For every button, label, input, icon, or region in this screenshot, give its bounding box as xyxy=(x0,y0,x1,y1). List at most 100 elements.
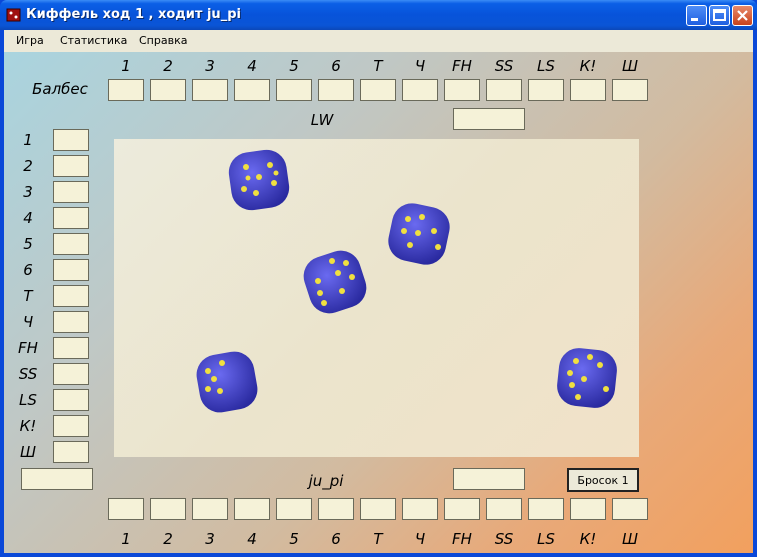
top-header-4: 4 xyxy=(247,57,257,75)
die-2[interactable] xyxy=(386,201,452,267)
bottom-header-k: К! xyxy=(579,530,597,548)
top-score-t xyxy=(360,79,396,101)
left-label-6: 6 xyxy=(23,261,33,279)
die-1[interactable] xyxy=(226,147,292,213)
application-window: Киффель ход 1 , ходит ju_pi Игра Статист… xyxy=(0,0,757,557)
top-header-ch: Ч xyxy=(414,57,426,75)
bottom-score-ss xyxy=(486,498,522,520)
left-label-2: 2 xyxy=(23,157,33,175)
top-score-fh xyxy=(444,79,480,101)
top-header-ls: LS xyxy=(537,57,555,75)
close-icon xyxy=(737,10,748,21)
top-header-sh: Ш xyxy=(621,57,639,75)
bottom-header-1: 1 xyxy=(121,530,131,548)
bottom-player-name: ju_pi xyxy=(308,472,344,490)
top-score-2 xyxy=(150,79,186,101)
top-score-ch xyxy=(402,79,438,101)
top-header-fh: FH xyxy=(452,57,472,75)
bottom-left-total-box xyxy=(21,468,93,490)
top-header-1: 1 xyxy=(121,57,131,75)
close-button[interactable] xyxy=(732,5,753,26)
left-label-4: 4 xyxy=(23,209,33,227)
maximize-icon xyxy=(713,9,726,21)
left-label-sh: Ш xyxy=(19,443,37,461)
top-score-5 xyxy=(276,79,312,101)
roll-button[interactable]: Бросок 1 xyxy=(567,468,639,492)
bottom-score-5 xyxy=(276,498,312,520)
top-score-sh xyxy=(612,79,648,101)
bottom-header-t: Т xyxy=(373,530,383,548)
bottom-score-sh xyxy=(612,498,648,520)
top-score-6 xyxy=(318,79,354,101)
bottom-header-fh: FH xyxy=(452,530,472,548)
bottom-header-3: 3 xyxy=(205,530,215,548)
bottom-score-2 xyxy=(150,498,186,520)
bottom-score-ch xyxy=(402,498,438,520)
top-score-3 xyxy=(192,79,228,101)
top-score-1 xyxy=(108,79,144,101)
left-label-t: Т xyxy=(23,287,33,305)
bottom-header-4: 4 xyxy=(247,530,257,548)
top-header-2: 2 xyxy=(163,57,173,75)
left-score-1 xyxy=(53,129,89,151)
minimize-icon xyxy=(691,18,698,21)
left-score-2 xyxy=(53,155,89,177)
bottom-score-1 xyxy=(108,498,144,520)
left-score-sh xyxy=(53,441,89,463)
top-header-k: К! xyxy=(579,57,597,75)
top-header-5: 5 xyxy=(289,57,299,75)
top-total-label: LW xyxy=(310,111,334,129)
game-area: 1 2 3 4 5 6 Т Ч FH SS LS К! Ш Балбес LW … xyxy=(4,52,753,553)
die-3[interactable] xyxy=(302,249,368,315)
bottom-header-6: 6 xyxy=(331,530,341,548)
title-bar[interactable]: Киффель ход 1 , ходит ju_pi xyxy=(0,0,757,30)
bottom-score-ls xyxy=(528,498,564,520)
die-4[interactable] xyxy=(194,349,260,415)
bottom-score-4 xyxy=(234,498,270,520)
left-score-k xyxy=(53,415,89,437)
top-score-k xyxy=(570,79,606,101)
left-label-5: 5 xyxy=(23,235,33,253)
left-score-ls xyxy=(53,389,89,411)
top-total-box xyxy=(453,108,525,130)
window-title: Киффель ход 1 , ходит ju_pi xyxy=(26,7,241,22)
left-label-ch: Ч xyxy=(22,313,34,331)
maximize-button[interactable] xyxy=(709,5,730,26)
left-score-5 xyxy=(53,233,89,255)
top-header-3: 3 xyxy=(205,57,215,75)
menu-statistics[interactable]: Статистика xyxy=(60,34,127,47)
bottom-score-fh xyxy=(444,498,480,520)
bottom-score-6 xyxy=(318,498,354,520)
menu-help[interactable]: Справка xyxy=(139,34,187,47)
minimize-button[interactable] xyxy=(686,5,707,26)
top-header-t: Т xyxy=(373,57,383,75)
bottom-score-k xyxy=(570,498,606,520)
left-score-t xyxy=(53,285,89,307)
dice-board[interactable] xyxy=(114,139,639,457)
bottom-header-ss: SS xyxy=(494,530,514,548)
left-score-fh xyxy=(53,337,89,359)
die-5[interactable] xyxy=(554,345,620,411)
menu-bar: Игра Статистика Справка xyxy=(4,30,753,52)
top-score-4 xyxy=(234,79,270,101)
bottom-score-t xyxy=(360,498,396,520)
left-label-fh: FH xyxy=(18,339,38,357)
top-header-ss: SS xyxy=(494,57,514,75)
top-header-6: 6 xyxy=(331,57,341,75)
left-score-3 xyxy=(53,181,89,203)
left-score-6 xyxy=(53,259,89,281)
left-score-4 xyxy=(53,207,89,229)
app-icon xyxy=(6,8,21,22)
top-score-ss xyxy=(486,79,522,101)
left-label-ss: SS xyxy=(18,365,38,383)
top-score-ls xyxy=(528,79,564,101)
menu-game[interactable]: Игра xyxy=(16,34,44,47)
bottom-header-5: 5 xyxy=(289,530,299,548)
left-label-k: К! xyxy=(19,417,37,435)
left-label-1: 1 xyxy=(23,131,33,149)
bottom-header-sh: Ш xyxy=(621,530,639,548)
left-score-ss xyxy=(53,363,89,385)
bottom-header-ls: LS xyxy=(537,530,555,548)
bottom-header-ch: Ч xyxy=(414,530,426,548)
left-label-ls: LS xyxy=(19,391,37,409)
